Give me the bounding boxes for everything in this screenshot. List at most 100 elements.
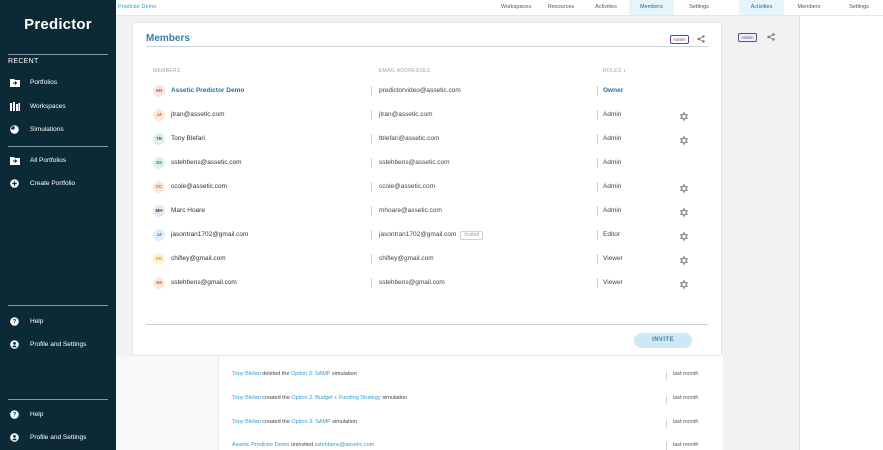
email-text: sstehbens@gmail.com bbox=[379, 279, 445, 286]
right-tab-bar: Activities Members Settings bbox=[723, 0, 883, 16]
gear-icon[interactable] bbox=[678, 253, 689, 265]
member-row: AD Assetic Predictor Demo predictorvideo@a… bbox=[146, 79, 708, 103]
invite-button[interactable]: INVITE bbox=[634, 333, 692, 348]
activity-verb: deleted the bbox=[262, 371, 290, 377]
activity-target-link[interactable]: Option 3: SAMP bbox=[291, 371, 330, 377]
member-row: TB Tony Blefari tblefari@assetic.com Admin bbox=[146, 127, 708, 151]
activity-actor-link[interactable]: Assetic Predictor Demo bbox=[232, 442, 289, 448]
email-text: jtran@assetic.com bbox=[379, 111, 433, 118]
column-separator bbox=[597, 230, 598, 240]
activity-actor-link[interactable]: Tony Blefari bbox=[232, 419, 261, 425]
member-role: Editor bbox=[603, 231, 620, 238]
member-role: Admin bbox=[603, 183, 622, 190]
activity-suffix: simulation bbox=[331, 371, 357, 377]
member-name: sstehbens@gmail.com bbox=[171, 279, 237, 286]
member-row: SS sstehbens@gmail.com sstehbens@gmail.com… bbox=[146, 271, 708, 295]
user-icon bbox=[10, 340, 20, 349]
column-header-emails: EMAIL ADDRESSES bbox=[379, 68, 431, 74]
column-separator bbox=[666, 419, 667, 428]
gear-icon[interactable] bbox=[678, 229, 689, 241]
member-role: Admin bbox=[603, 135, 622, 142]
simulation-icon bbox=[10, 125, 20, 134]
member-role: Viewer bbox=[603, 255, 623, 262]
folder-icon bbox=[10, 78, 20, 87]
share-icon[interactable] bbox=[767, 33, 775, 41]
share-icon[interactable] bbox=[697, 35, 705, 43]
tab-resources[interactable]: Resources bbox=[541, 0, 581, 15]
sidebar-item-help[interactable]: ? Help bbox=[10, 410, 43, 419]
member-email: tblefari@assetic.com bbox=[379, 135, 439, 142]
member-email: chifley@gmail.com bbox=[379, 255, 434, 262]
tab-activities[interactable]: Activities bbox=[586, 0, 626, 15]
column-separator bbox=[371, 230, 372, 240]
column-separator bbox=[371, 158, 372, 168]
sidebar-item-profile[interactable]: Profile and Settings bbox=[10, 433, 86, 442]
sidebar-item-create-portfolio[interactable]: Create Portfolio bbox=[10, 179, 75, 188]
sidebar-item-portfolios[interactable]: Portfolios bbox=[10, 78, 57, 87]
right-tab-settings[interactable]: Settings bbox=[837, 0, 881, 15]
activity-time: last month bbox=[673, 419, 699, 425]
activity-time: last month bbox=[673, 371, 699, 377]
member-email: sstehbens@assetic.com bbox=[379, 159, 450, 166]
column-separator bbox=[666, 395, 667, 404]
gear-icon[interactable] bbox=[678, 205, 689, 217]
activity-time: last month bbox=[673, 442, 699, 448]
tab-workspaces[interactable]: Workspaces bbox=[491, 0, 541, 15]
column-separator bbox=[597, 206, 598, 216]
svg-text:?: ? bbox=[13, 413, 17, 419]
tab-settings[interactable]: Settings bbox=[678, 0, 720, 15]
invited-badge: Invited bbox=[460, 231, 484, 240]
gear-icon[interactable] bbox=[678, 181, 689, 193]
activity-target-link[interactable]: sstehbens@assetic.com bbox=[315, 442, 375, 448]
column-separator bbox=[371, 134, 372, 144]
sidebar-item-label: Help bbox=[30, 318, 44, 325]
email-text: ccole@assetic.com bbox=[379, 183, 436, 190]
activity-target-link[interactable]: Option 2: Budget + Funding Strategy bbox=[291, 395, 380, 401]
plus-circle-icon bbox=[10, 179, 20, 188]
activity-item: Tony Blefari created the Option 3: SAMP … bbox=[232, 419, 357, 425]
member-name: ccole@assetic.com bbox=[171, 183, 228, 190]
member-row: CC chifley@gmail.com chifley@gmail.com View… bbox=[146, 247, 708, 271]
activity-item: Assetic Predictor Demo uninvited sstehbe… bbox=[232, 442, 374, 448]
app-logo[interactable]: Predictor bbox=[0, 16, 116, 33]
member-name: jtran@assetic.com bbox=[171, 111, 225, 118]
sidebar-item-workspaces[interactable]: Workspaces bbox=[10, 102, 66, 111]
activity-actor-link[interactable]: Tony Blefari bbox=[232, 395, 261, 401]
help-icon: ? bbox=[10, 317, 20, 326]
member-role: Owner bbox=[603, 87, 624, 94]
help-icon: ? bbox=[10, 410, 20, 419]
gear-icon[interactable] bbox=[678, 277, 689, 289]
sort-down-icon: ↓ bbox=[623, 68, 627, 74]
top-nav: Predictor Demo Workspaces Resources Acti… bbox=[116, 0, 723, 16]
activity-target-link[interactable]: Option 3: SAMP bbox=[291, 419, 330, 425]
column-header-roles[interactable]: ROLES ↓ bbox=[603, 68, 626, 74]
right-tab-activities[interactable]: Activities bbox=[739, 0, 784, 15]
gear-icon[interactable] bbox=[678, 133, 689, 145]
app-root: Tony Blefari deleted the Option 3: SAMP … bbox=[0, 0, 883, 450]
column-header-members: MEMBERS bbox=[153, 68, 181, 74]
activity-suffix: simulation bbox=[382, 395, 408, 401]
sidebar-item-simulations[interactable]: Simulations bbox=[10, 125, 64, 134]
member-role: Viewer bbox=[603, 279, 623, 286]
member-email: ccole@assetic.com bbox=[379, 183, 435, 190]
column-separator bbox=[666, 442, 667, 450]
tab-members[interactable]: Members bbox=[629, 0, 674, 15]
breadcrumb[interactable]: Predictor Demo bbox=[118, 4, 156, 10]
email-text: jasontran1702@gmail.com bbox=[379, 231, 457, 238]
member-role: Admin bbox=[603, 159, 622, 166]
activity-actor-link[interactable]: Tony Blefari bbox=[232, 371, 261, 377]
email-text: sstehbens@assetic.com bbox=[379, 159, 450, 166]
column-separator bbox=[597, 278, 598, 288]
column-separator bbox=[666, 371, 667, 380]
member-name: Tony Blefari bbox=[171, 135, 205, 142]
column-separator bbox=[597, 110, 598, 120]
right-tab-members[interactable]: Members bbox=[789, 0, 829, 15]
member-row: CC ccole@assetic.com ccole@assetic.com Admi… bbox=[146, 175, 708, 199]
folder-icon bbox=[10, 156, 20, 165]
gear-icon[interactable] bbox=[678, 109, 689, 121]
email-text: chifley@gmail.com bbox=[379, 255, 434, 262]
sidebar-item-all-portfolios[interactable]: All Portfolios bbox=[10, 156, 66, 165]
member-email: jasontran1702@gmail.com Invited bbox=[379, 231, 484, 240]
sidebar-item-profile[interactable]: Profile and Settings bbox=[10, 340, 86, 349]
sidebar-item-help[interactable]: ? Help bbox=[10, 317, 43, 326]
